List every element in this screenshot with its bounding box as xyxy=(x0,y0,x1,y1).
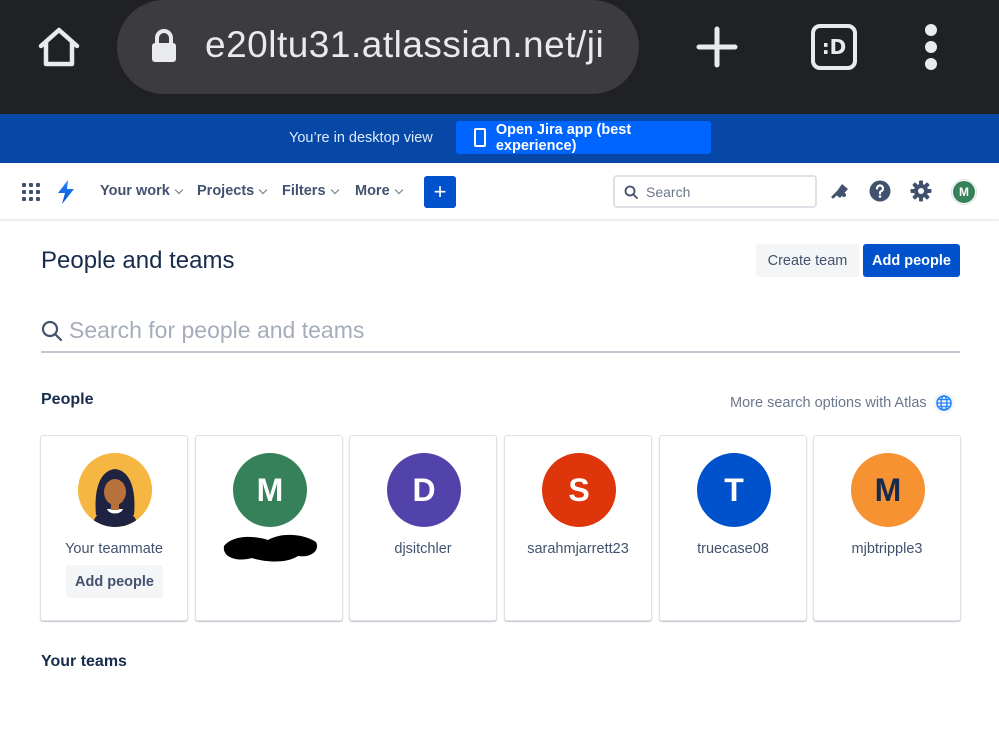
person-avatar: M xyxy=(851,453,925,527)
create-team-button[interactable]: Create team xyxy=(756,244,859,277)
app-switcher-icon[interactable] xyxy=(22,183,40,201)
nav-filters[interactable]: Filters xyxy=(282,183,339,199)
settings-gear-icon[interactable] xyxy=(910,180,932,202)
nav-more-label: More xyxy=(355,183,390,199)
nav-more[interactable]: More xyxy=(355,183,403,199)
tab-switcher-button[interactable]: :D xyxy=(811,24,857,70)
atlas-search-label: More search options with Atlas xyxy=(730,395,927,411)
browser-toolbar: e20ltu31.atlassian.net/ji :D xyxy=(0,0,999,114)
people-search-input[interactable] xyxy=(69,317,949,344)
phone-icon xyxy=(474,128,486,147)
person-name: truecase08 xyxy=(697,541,769,557)
people-cards: Your teammate Add people M D djsitchler … xyxy=(40,435,961,621)
new-tab-icon[interactable] xyxy=(696,26,738,68)
search-icon xyxy=(624,185,638,199)
people-search-box[interactable] xyxy=(41,310,960,353)
url-text: e20ltu31.atlassian.net/ji xyxy=(205,24,605,65)
redacted-name-scribble xyxy=(223,534,318,562)
avatar-initial: M xyxy=(874,471,902,508)
person-name: sarahmjarrett23 xyxy=(527,541,629,557)
chevron-down-icon xyxy=(330,185,339,194)
person-name: Your teammate xyxy=(65,541,163,557)
user-avatar[interactable]: M xyxy=(952,180,976,204)
chevron-down-icon xyxy=(258,185,268,194)
desktop-view-message: You’re in desktop view xyxy=(289,130,433,146)
user-avatar-initial: M xyxy=(959,185,969,199)
chevron-down-icon xyxy=(174,185,184,194)
nav-search-box[interactable] xyxy=(613,175,817,208)
nav-your-work[interactable]: Your work xyxy=(100,183,184,199)
person-card[interactable]: T truecase08 xyxy=(659,435,807,621)
person-avatar: D xyxy=(387,453,461,527)
person-card[interactable]: M xyxy=(195,435,343,621)
nav-projects[interactable]: Projects xyxy=(197,183,268,199)
home-icon[interactable] xyxy=(34,22,84,72)
teammate-avatar xyxy=(78,453,152,527)
people-section-heading: People xyxy=(41,391,94,408)
card-add-people-button[interactable]: Add people xyxy=(66,565,163,598)
avatar-initial: T xyxy=(724,471,744,508)
nav-filters-label: Filters xyxy=(282,183,326,199)
open-jira-app-label: Open Jira app (best experience) xyxy=(495,121,632,154)
atlas-globe-icon xyxy=(933,392,955,414)
person-avatar: S xyxy=(542,453,616,527)
person-card[interactable]: M mjbtripple3 xyxy=(813,435,961,621)
person-card[interactable]: D djsitchler xyxy=(349,435,497,621)
jira-top-nav: Your work Projects Filters More + Search… xyxy=(0,163,999,220)
search-icon xyxy=(41,320,63,341)
nav-projects-label: Projects xyxy=(197,183,255,199)
notifications-icon[interactable] xyxy=(829,180,851,202)
person-avatar: T xyxy=(697,453,771,527)
help-icon[interactable] xyxy=(869,180,891,202)
teams-section-heading: Your teams xyxy=(41,653,127,670)
avatar-initial: M xyxy=(256,471,284,508)
open-jira-app-button[interactable]: Open Jira app (best experience) xyxy=(456,121,711,154)
add-people-button[interactable]: Add people xyxy=(863,244,960,277)
address-bar[interactable]: e20ltu31.atlassian.net/ji xyxy=(117,0,639,94)
nav-your-work-label: Your work xyxy=(100,183,170,199)
page-title: People and teams xyxy=(41,247,235,274)
person-card-teammate[interactable]: Your teammate Add people xyxy=(40,435,188,621)
person-name: djsitchler xyxy=(394,541,452,557)
person-name: mjbtripple3 xyxy=(851,541,923,557)
browser-menu-icon[interactable] xyxy=(922,24,940,70)
avatar-initial: S xyxy=(568,471,590,508)
nav-search-input[interactable] xyxy=(646,183,796,200)
chevron-down-icon xyxy=(394,185,403,194)
create-button[interactable]: + xyxy=(424,176,456,208)
lock-icon xyxy=(152,29,176,62)
jira-logo-icon[interactable] xyxy=(56,180,76,204)
person-avatar: M xyxy=(233,453,307,527)
desktop-view-banner: You’re in desktop view Open Jira app (be… xyxy=(0,114,999,163)
person-card[interactable]: S sarahmjarrett23 xyxy=(504,435,652,621)
avatar-initial: D xyxy=(412,471,436,508)
atlas-search-link[interactable]: More search options with Atlas xyxy=(730,392,955,414)
